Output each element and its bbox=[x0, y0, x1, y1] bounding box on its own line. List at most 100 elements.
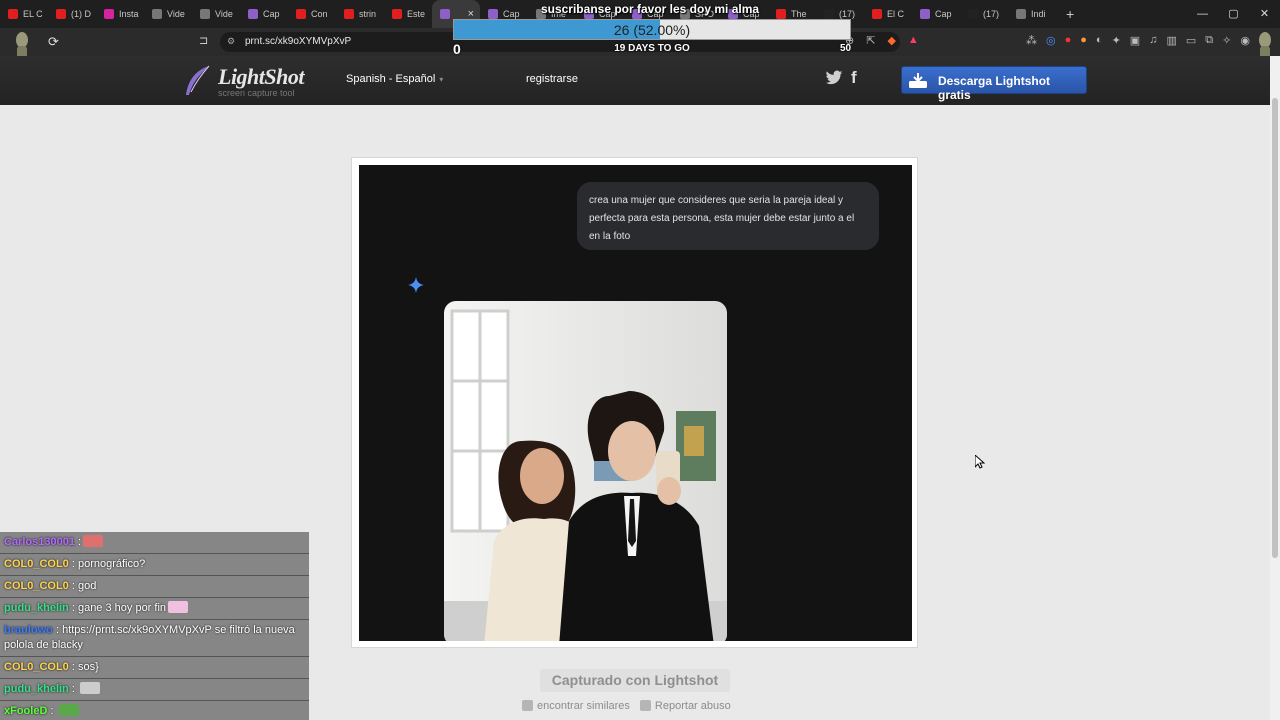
chat-username[interactable]: COL0_COL0 bbox=[4, 661, 69, 673]
tab-favicon-icon bbox=[824, 9, 834, 19]
chat-message: pudu_khelin : gane 3 hoy por fin bbox=[0, 598, 309, 620]
chat-separator: : bbox=[68, 580, 78, 592]
chat-username[interactable]: Carlos130001 bbox=[4, 536, 75, 548]
report-abuse-label: Reportar abuso bbox=[654, 700, 731, 712]
tab-label: Indi bbox=[1031, 9, 1046, 19]
browser-tab[interactable]: (1) D bbox=[48, 0, 96, 28]
captured-with-label: Capturado con Lightshot bbox=[540, 669, 730, 692]
chat-separator: : bbox=[68, 683, 78, 695]
tab-favicon-icon bbox=[1016, 9, 1026, 19]
scrollbar-thumb[interactable] bbox=[1272, 98, 1278, 558]
share-icon[interactable]: ⇱ bbox=[866, 34, 875, 47]
find-similar-label: encontrar similares bbox=[537, 700, 630, 712]
browser-tab[interactable]: Este bbox=[384, 0, 432, 28]
subscriber-goal-bar: 26 (52.00%) bbox=[453, 19, 851, 40]
minimize-button[interactable]: — bbox=[1187, 0, 1218, 28]
language-selector[interactable]: Spanish - Español ▾ bbox=[346, 73, 443, 85]
chat-username[interactable]: xFooleD bbox=[4, 705, 47, 717]
extension-icon[interactable]: ◐ bbox=[1096, 34, 1103, 47]
browser-tab[interactable]: Indi bbox=[1008, 0, 1056, 28]
download-icon bbox=[909, 73, 927, 88]
tab-label: Vide bbox=[167, 9, 185, 19]
chat-text: god bbox=[77, 580, 97, 592]
brave-shield-icon[interactable]: ◆ bbox=[887, 34, 895, 47]
chat-separator: : bbox=[68, 558, 78, 570]
twitter-icon[interactable] bbox=[825, 69, 843, 87]
extension-icon[interactable]: ◎ bbox=[1046, 34, 1056, 47]
browser-tab[interactable]: El C bbox=[864, 0, 912, 28]
extension-icon[interactable]: ● bbox=[1080, 34, 1087, 47]
page-scrollbar[interactable] bbox=[1270, 56, 1280, 720]
tab-label: strin bbox=[359, 9, 377, 19]
maximize-button[interactable]: ▢ bbox=[1218, 0, 1249, 28]
leo-icon[interactable]: ✧ bbox=[1222, 34, 1231, 47]
register-link[interactable]: registrarse bbox=[526, 73, 578, 85]
download-lightshot-button[interactable]: Descarga Lightshot gratis bbox=[901, 66, 1087, 102]
tab-favicon-icon bbox=[248, 9, 258, 19]
tab-label: (17) bbox=[983, 9, 1000, 19]
chat-emote-icon bbox=[83, 535, 104, 547]
close-window-button[interactable]: ✕ bbox=[1249, 0, 1280, 28]
chat-separator: : bbox=[68, 661, 78, 673]
sidebar-icon[interactable]: ▥ bbox=[1166, 34, 1176, 47]
tab-favicon-icon bbox=[872, 9, 882, 19]
browser-tab[interactable]: Cap bbox=[912, 0, 960, 28]
browser-tab[interactable]: Insta bbox=[96, 0, 144, 28]
chat-username[interactable]: COL0_COL0 bbox=[4, 558, 69, 570]
wallet-icon[interactable]: ▭ bbox=[1186, 34, 1196, 47]
translate-icon[interactable]: ⁂ bbox=[1026, 34, 1037, 47]
extension-icon[interactable]: ● bbox=[1065, 34, 1072, 47]
tab-favicon-icon bbox=[440, 9, 450, 19]
lightshot-header: LightShot screen capture tool Spanish - … bbox=[0, 56, 1270, 105]
chat-text: sos} bbox=[77, 661, 99, 673]
tab-favicon-icon bbox=[200, 9, 210, 19]
browser-tab[interactable]: EL C bbox=[0, 0, 48, 28]
screenshot-image[interactable]: crea una mujer que consideres que seria … bbox=[359, 165, 912, 641]
browser-tab[interactable]: Con bbox=[288, 0, 336, 28]
extension-icon[interactable]: ⧉ bbox=[1205, 34, 1213, 47]
goal-max-label: 50 bbox=[840, 43, 852, 54]
bookmark-icon[interactable]: ⊐ bbox=[199, 34, 208, 47]
find-similar-link[interactable]: encontrar similares bbox=[522, 700, 630, 712]
extension-icon[interactable]: ▣ bbox=[1130, 34, 1140, 47]
tab-favicon-icon bbox=[152, 9, 162, 19]
chat-username[interactable]: COL0_COL0 bbox=[4, 580, 69, 592]
profile-icon[interactable]: ◉ bbox=[1240, 34, 1250, 47]
gemini-sparkle-icon bbox=[408, 277, 424, 293]
reload-icon[interactable]: ⟳ bbox=[48, 34, 59, 50]
site-info-icon[interactable]: ⚙ bbox=[227, 36, 235, 47]
browser-tab[interactable]: (17) bbox=[960, 0, 1008, 28]
chat-message: COL0_COL0 : sos} bbox=[0, 657, 309, 679]
new-tab-button[interactable]: + bbox=[1066, 6, 1074, 22]
chat-message: COL0_COL0 : god bbox=[0, 576, 309, 598]
report-abuse-link[interactable]: Reportar abuso bbox=[639, 700, 731, 712]
tab-favicon-icon bbox=[104, 9, 114, 19]
rewards-icon[interactable]: ▲ bbox=[908, 34, 919, 47]
url-text[interactable]: prnt.sc/xk9oXYMVpXvP bbox=[245, 36, 351, 47]
tab-favicon-icon bbox=[344, 9, 354, 19]
chat-username[interactable]: pudu_khelin bbox=[4, 602, 69, 614]
lightshot-logo[interactable]: LightShot screen capture tool bbox=[182, 62, 312, 100]
flag-icon bbox=[639, 700, 651, 711]
browser-tab[interactable]: strin bbox=[336, 0, 384, 28]
chat-username[interactable]: braulowo bbox=[4, 624, 53, 636]
extensions-bar: ⁂ ◎ ● ● ◐ ✦ ▣ ♫ ▥ ▭ ⧉ ✧ ◉ bbox=[1026, 34, 1250, 47]
facebook-icon[interactable]: f bbox=[851, 68, 857, 88]
chat-username[interactable]: pudu_khelin bbox=[4, 683, 69, 695]
language-label: Spanish - Español bbox=[346, 73, 436, 85]
tab-favicon-icon bbox=[488, 9, 498, 19]
camera-icon bbox=[522, 700, 533, 711]
tab-favicon-icon bbox=[8, 9, 18, 19]
goal-progress-text: 26 (52.00%) bbox=[613, 22, 691, 38]
extensions-puzzle-icon[interactable]: ✦ bbox=[1112, 34, 1121, 47]
tab-label: Insta bbox=[119, 9, 139, 19]
browser-tab[interactable]: Vide bbox=[144, 0, 192, 28]
stream-chat: Carlos130001 : COL0_COL0 : pornográfico? C… bbox=[0, 532, 309, 720]
browser-tab[interactable]: Vide bbox=[192, 0, 240, 28]
prompt-bubble: crea una mujer que consideres que seria … bbox=[577, 182, 879, 250]
tab-label: Cap bbox=[263, 9, 280, 19]
browser-tab[interactable]: Cap bbox=[240, 0, 288, 28]
tab-favicon-icon bbox=[920, 9, 930, 19]
tab-favicon-icon bbox=[968, 9, 978, 19]
media-icon[interactable]: ♫ bbox=[1149, 34, 1157, 47]
